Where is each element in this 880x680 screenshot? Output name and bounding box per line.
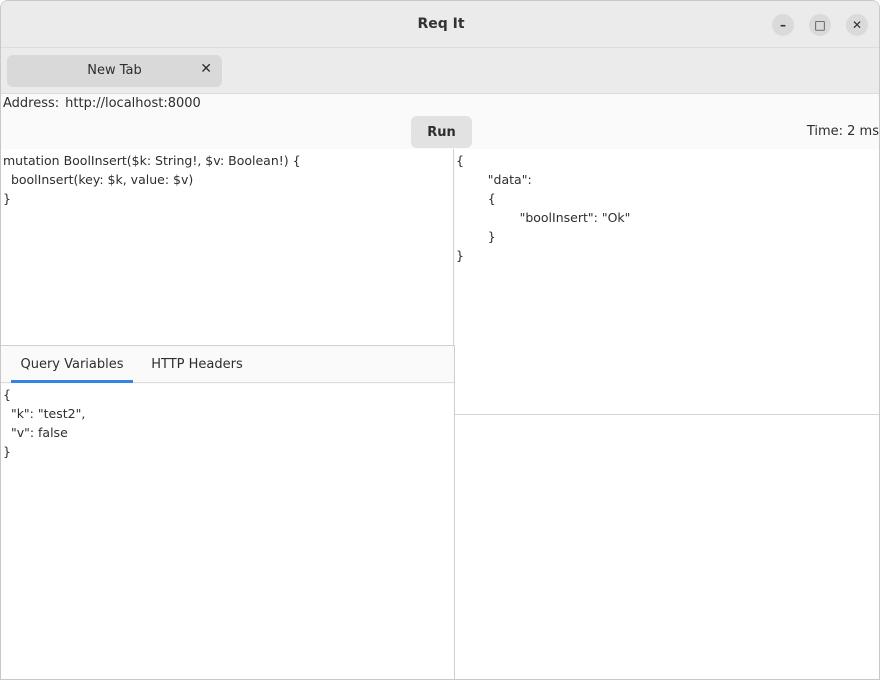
close-window-button[interactable]: ✕ [846,14,868,36]
response-line: "data": [456,172,532,187]
query-line: boolInsert(key: $k, value: $v) [3,172,194,187]
maximize-button[interactable]: □ [809,14,831,36]
maximize-icon: □ [814,18,826,32]
response-line: { [456,153,464,168]
minimize-button[interactable]: – [772,14,794,36]
title-bar[interactable]: Req It – □ ✕ [1,1,879,48]
address-row: Address: http://localhost:8000 [3,96,201,111]
app-window: Req It – □ ✕ New Tab ✕ Address: http://lo… [0,0,880,680]
tab-query-variables[interactable]: Query Variables [11,346,133,383]
response-line: "boolInsert": "Ok" [456,210,631,225]
address-input[interactable]: http://localhost:8000 [65,96,201,111]
tab-label: New Tab [87,63,142,78]
minimize-icon: – [780,18,786,32]
variables-line: } [3,444,11,459]
address-label: Address: [3,96,60,111]
response-line: } [456,248,464,263]
variables-line: "k": "test2", [3,406,86,421]
bottom-panel: Query Variables HTTP Headers { "k": "tes… [1,345,455,679]
response-line: } [456,229,496,244]
tab-http-headers[interactable]: HTTP Headers [141,346,253,383]
run-button[interactable]: Run [411,116,472,148]
variables-editor[interactable]: { "k": "test2", "v": false } [1,384,454,679]
response-time: Time: 2 ms [806,124,879,139]
response-extra-pane[interactable] [455,415,879,679]
bottom-tab-bar: Query Variables HTTP Headers [1,346,454,383]
tab-close-icon[interactable]: ✕ [200,61,212,77]
response-viewer[interactable]: { "data": { "boolInsert": "Ok" } } [455,149,879,415]
close-icon: ✕ [851,18,863,32]
query-line: mutation BoolInsert($k: String!, $v: Boo… [3,153,301,168]
variables-line: "v": false [3,425,68,440]
tab-bar: New Tab ✕ [1,48,879,94]
variables-line: { [3,387,11,402]
query-line: } [3,191,11,206]
query-editor[interactable]: mutation BoolInsert($k: String!, $v: Boo… [1,149,454,345]
tab-new-tab[interactable]: New Tab ✕ [7,55,222,87]
response-line: { [456,191,496,206]
window-title: Req It [417,16,465,32]
